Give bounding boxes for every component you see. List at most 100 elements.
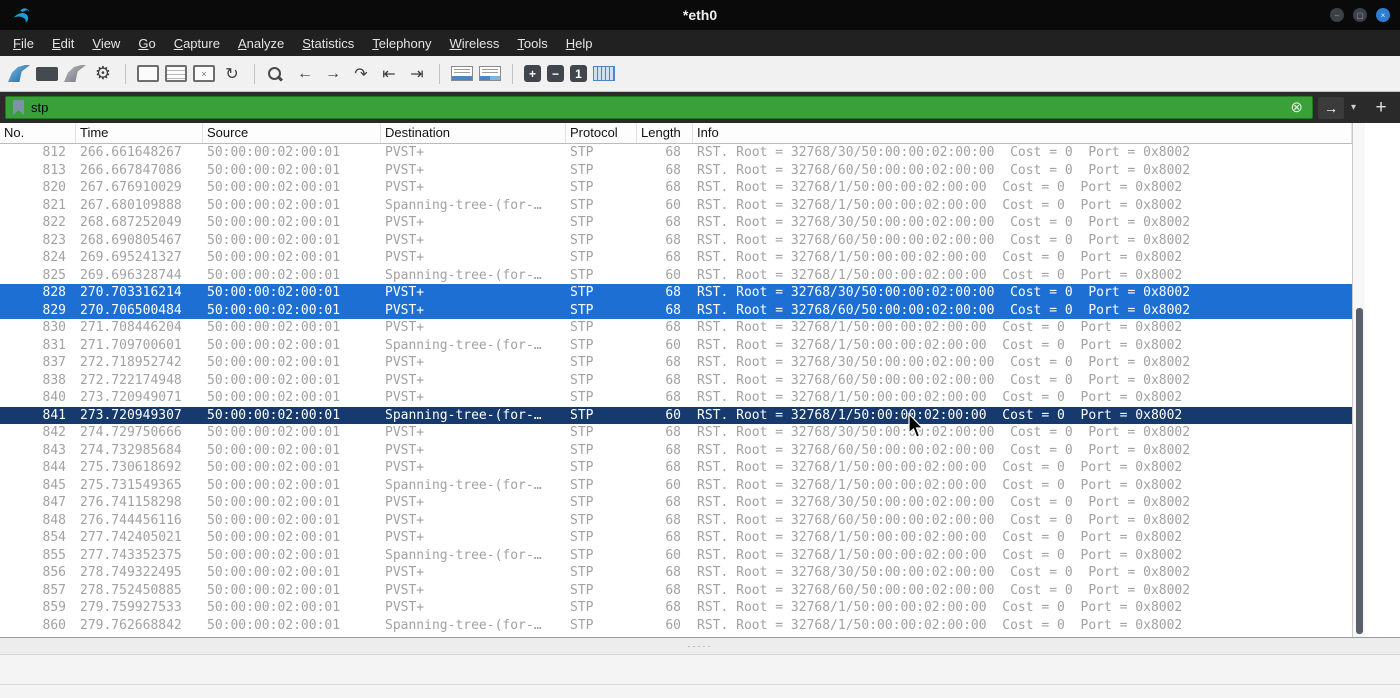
column-header-info[interactable]: Info: [693, 123, 1352, 143]
packet-cell: 845: [42, 477, 66, 493]
menu-item-file[interactable]: File: [4, 33, 43, 54]
packet-cell: 856: [42, 565, 66, 580]
packet-row-820[interactable]: 820 267.676910029 50:00:00:02:00:01 PVST+ ST…: [0, 179, 1352, 197]
filter-bookmark-icon[interactable]: [13, 100, 24, 115]
capture-options-icon[interactable]: ⚙: [92, 62, 114, 86]
previous-packet-icon[interactable]: ←: [294, 62, 316, 86]
packet-cell: STP: [570, 267, 594, 283]
packet-cell: 276.741158298: [80, 495, 182, 510]
packet-cell: PVST+: [385, 285, 425, 300]
packet-cell: STP: [570, 232, 594, 248]
packet-cell: STP: [570, 477, 594, 493]
packet-row-812[interactable]: 812 266.661648267 50:00:00:02:00:01 PVST+ ST…: [0, 144, 1352, 162]
packet-row-840[interactable]: 840 273.720949071 50:00:00:02:00:01 PVST+ ST…: [0, 389, 1352, 407]
packet-row-856[interactable]: 856 278.749322495 50:00:00:02:00:01 PVST+ ST…: [0, 564, 1352, 582]
zoom-100-icon[interactable]: 1: [570, 65, 587, 82]
menu-item-edit[interactable]: Edit: [43, 33, 83, 54]
packet-row-825[interactable]: 825 269.696328744 50:00:00:02:00:01 Spannin…: [0, 266, 1352, 284]
packet-row-822[interactable]: 822 268.687252049 50:00:00:02:00:01 PVST+ ST…: [0, 214, 1352, 232]
autoscroll-icon[interactable]: [451, 66, 473, 81]
splitter-handle-icon[interactable]: ·····: [688, 641, 713, 651]
packet-row-828[interactable]: 828 270.703316214 50:00:00:02:00:01 PVST+ ST…: [0, 284, 1352, 302]
packet-row-830[interactable]: 830 271.708446204 50:00:00:02:00:01 PVST+ ST…: [0, 319, 1352, 337]
restart-capture-icon[interactable]: [64, 65, 86, 82]
find-packet-icon[interactable]: [266, 65, 288, 83]
packet-row-829[interactable]: 829 270.706500484 50:00:00:02:00:01 PVST+ ST…: [0, 301, 1352, 319]
filter-dropdown-caret-icon[interactable]: ▾: [1349, 102, 1358, 113]
menu-item-go[interactable]: Go: [129, 33, 164, 54]
maximize-button[interactable]: ▢: [1353, 8, 1367, 22]
packet-row-824[interactable]: 824 269.695241327 50:00:00:02:00:01 PVST+ ST…: [0, 249, 1352, 267]
packet-row-813[interactable]: 813 266.667847086 50:00:00:02:00:01 PVST+ ST…: [0, 161, 1352, 179]
packet-row-821[interactable]: 821 267.680109888 50:00:00:02:00:01 Spannin…: [0, 196, 1352, 214]
resize-columns-icon[interactable]: [593, 66, 615, 81]
menu-item-view[interactable]: View: [83, 33, 129, 54]
column-header-protocol[interactable]: Protocol: [566, 123, 637, 143]
filter-clear-icon[interactable]: ⊗: [1288, 100, 1305, 115]
packet-cell: RST. Root = 32768/60/50:00:00:02:00:00 C…: [697, 302, 1191, 318]
packet-cell: 844: [42, 460, 66, 475]
packet-row-845[interactable]: 845 275.731549365 50:00:00:02:00:01 Spannin…: [0, 476, 1352, 494]
packet-row-842[interactable]: 842 274.729750666 50:00:00:02:00:01 PVST+ ST…: [0, 424, 1352, 442]
start-capture-icon[interactable]: [8, 65, 30, 82]
packet-row-837[interactable]: 837 272.718952742 50:00:00:02:00:01 PVST+ ST…: [0, 354, 1352, 372]
column-header-no[interactable]: No.: [0, 123, 76, 143]
column-header-destination[interactable]: Destination: [381, 123, 566, 143]
packet-cell: RST. Root = 32768/1/50:00:00:02:00:00 Co…: [697, 320, 1183, 335]
packet-cell: 270.703316214: [80, 285, 182, 300]
colorize-icon[interactable]: [479, 66, 501, 81]
minimize-button[interactable]: –: [1330, 8, 1344, 22]
packet-row-855[interactable]: 855 277.743352375 50:00:00:02:00:01 Spannin…: [0, 546, 1352, 564]
add-filter-button[interactable]: +: [1369, 97, 1393, 119]
packet-row-854[interactable]: 854 277.742405021 50:00:00:02:00:01 PVST+ ST…: [0, 529, 1352, 547]
filter-input[interactable]: [31, 100, 1282, 115]
packet-row-823[interactable]: 823 268.690805467 50:00:00:02:00:01 PVST+ ST…: [0, 231, 1352, 249]
packet-cell: 50:00:00:02:00:01: [207, 355, 341, 370]
save-file-icon[interactable]: [165, 65, 187, 82]
packet-row-843[interactable]: 843 274.732985684 50:00:00:02:00:01 PVST+ ST…: [0, 441, 1352, 459]
column-header-time[interactable]: Time: [76, 123, 203, 143]
packet-row-838[interactable]: 838 272.722174948 50:00:00:02:00:01 PVST+ ST…: [0, 371, 1352, 389]
menu-item-wireless[interactable]: Wireless: [441, 33, 509, 54]
goto-packet-icon[interactable]: ↷: [350, 62, 372, 86]
packet-list-scrollbar[interactable]: [1352, 123, 1365, 637]
packet-cell: 828: [42, 285, 66, 300]
zoom-in-icon[interactable]: +: [524, 65, 541, 82]
packet-cell: 855: [42, 547, 66, 563]
menu-item-capture[interactable]: Capture: [165, 33, 229, 54]
filter-apply-button[interactable]: →: [1317, 96, 1344, 119]
packet-row-859[interactable]: 859 279.759927533 50:00:00:02:00:01 PVST+ ST…: [0, 599, 1352, 617]
close-file-icon[interactable]: ×: [193, 65, 215, 82]
packet-row-848[interactable]: 848 276.744456116 50:00:00:02:00:01 PVST+ ST…: [0, 511, 1352, 529]
packet-row-841[interactable]: 841 273.720949307 50:00:00:02:00:01 Spannin…: [0, 406, 1352, 424]
menu-item-statistics[interactable]: Statistics: [293, 33, 363, 54]
packet-row-831[interactable]: 831 271.709700601 50:00:00:02:00:01 Spannin…: [0, 336, 1352, 354]
packet-cell: 276.744456116: [80, 512, 182, 528]
packet-row-857[interactable]: 857 278.752450885 50:00:00:02:00:01 PVST+ ST…: [0, 581, 1352, 599]
packet-row-860[interactable]: 860 279.762668842 50:00:00:02:00:01 Spannin…: [0, 616, 1352, 634]
column-header-source[interactable]: Source: [203, 123, 381, 143]
menu-item-tools[interactable]: Tools: [508, 33, 556, 54]
first-packet-icon[interactable]: ⇤: [378, 62, 400, 86]
packet-row-844[interactable]: 844 275.730618692 50:00:00:02:00:01 PVST+ ST…: [0, 459, 1352, 477]
next-packet-icon[interactable]: →: [322, 62, 344, 86]
column-header-length[interactable]: Length: [637, 123, 693, 143]
zoom-out-icon[interactable]: −: [547, 65, 564, 82]
packet-cell: PVST+: [385, 565, 425, 580]
menu-item-help[interactable]: Help: [557, 33, 602, 54]
close-button[interactable]: ×: [1376, 8, 1390, 22]
menu-item-analyze[interactable]: Analyze: [229, 33, 293, 54]
packet-cell: PVST+: [385, 460, 425, 475]
packet-row-847[interactable]: 847 276.741158298 50:00:00:02:00:01 PVST+ ST…: [0, 494, 1352, 512]
last-packet-icon[interactable]: ⇥: [406, 62, 428, 86]
stop-capture-icon[interactable]: [36, 66, 58, 81]
pane-splitter[interactable]: ·····: [0, 638, 1400, 654]
packet-cell: 50:00:00:02:00:01: [207, 162, 341, 178]
packet-cell: PVST+: [385, 302, 425, 318]
display-filter-field[interactable]: ⊗: [5, 96, 1313, 119]
reload-file-icon[interactable]: ↻: [221, 62, 243, 86]
menu-item-telephony[interactable]: Telephony: [363, 33, 440, 54]
scrollbar-thumb[interactable]: [1356, 308, 1363, 634]
open-file-icon[interactable]: [137, 65, 159, 82]
packet-cell: 50:00:00:02:00:01: [207, 495, 341, 510]
